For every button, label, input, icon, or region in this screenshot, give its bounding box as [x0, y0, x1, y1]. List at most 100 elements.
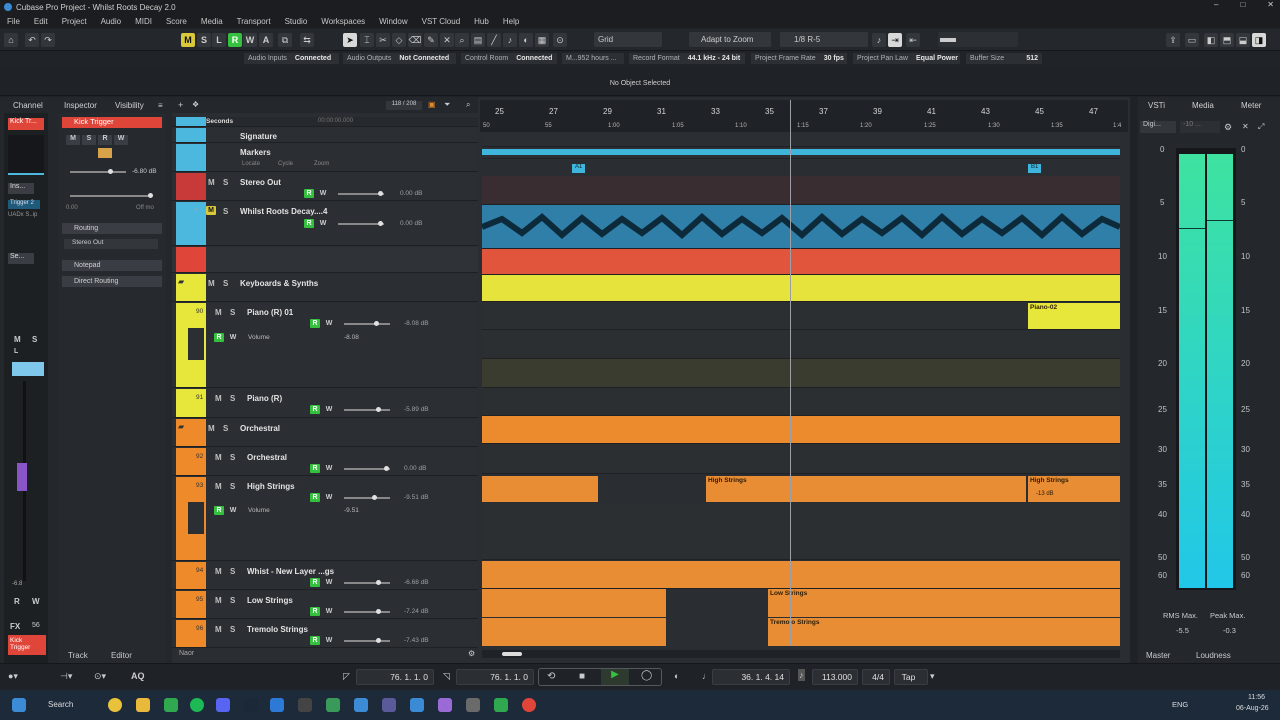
channel-name[interactable]: Kick Tr...	[8, 118, 44, 130]
language-indicator[interactable]: ENG	[1172, 700, 1188, 709]
menu-vst-cloud[interactable]: VST Cloud	[422, 17, 461, 26]
inspector-mute[interactable]: M	[66, 135, 80, 145]
keys-solo[interactable]: S	[223, 279, 228, 288]
direct-routing-section[interactable]: Direct Routing	[62, 276, 162, 287]
whilst-track[interactable]: 7 M S Whilst Roots Decay....4 R W 0.00 d…	[172, 202, 478, 246]
keys-folder-lane[interactable]	[482, 275, 1120, 302]
zoom-tool-icon[interactable]: ⌕	[455, 33, 469, 47]
horizontal-scrollbar[interactable]	[482, 650, 1120, 658]
metronome-indicator-icon[interactable]: ◐	[674, 671, 679, 681]
steam-icon[interactable]	[244, 698, 258, 712]
low-strings-mute[interactable]: M	[215, 596, 222, 605]
channel-fader-handle[interactable]	[17, 463, 27, 491]
marker-a1[interactable]: A1	[572, 164, 586, 173]
whilst-read[interactable]: R	[304, 219, 314, 228]
mediabay-icon[interactable]: ▭	[1185, 33, 1199, 47]
stereo-out-track[interactable]: M S Stereo Out R W 0.00 dB	[172, 173, 478, 201]
tab-visibility[interactable]: Visibility	[115, 101, 144, 110]
grid-zoom-select[interactable]: Adapt to Zoom	[689, 32, 771, 47]
export-icon[interactable]: ⇪	[1166, 33, 1180, 47]
inspector-volume-slider[interactable]	[70, 169, 126, 174]
keys-folder-track[interactable]: ▰ M S Keyboards & Synths	[172, 274, 478, 302]
marker-locate-select[interactable]: Locate	[242, 161, 260, 167]
menu-transport[interactable]: Transport	[237, 17, 271, 26]
whist-layer-track[interactable]: 94 M S Whist - New Layer ...gs R W -6.68…	[172, 562, 478, 590]
low-strings-track[interactable]: 95 M S Low Strings R W -7.24 dB	[172, 591, 478, 619]
low-strings-volume[interactable]	[344, 609, 390, 614]
tremolo-strings-track[interactable]: 96 M S Tremolo Strings R W -7.43 dB	[172, 620, 478, 648]
tab-master[interactable]: Master	[1146, 651, 1170, 660]
play-tool-icon[interactable]: ♪	[503, 33, 517, 47]
home-icon[interactable]: ⌂	[4, 33, 18, 47]
meter-type-select[interactable]: Digi...	[1140, 121, 1176, 133]
pianoR-solo[interactable]: S	[230, 394, 235, 403]
iterative-quantize-icon[interactable]: ♪	[872, 33, 886, 47]
high-strings-clip-2[interactable]: High Strings	[706, 476, 1026, 502]
tab-editor[interactable]: Editor	[111, 651, 132, 660]
minimize-button[interactable]: –	[1214, 0, 1218, 9]
app-icon[interactable]	[298, 698, 312, 712]
orch-folder-spacer-lane[interactable]	[482, 388, 1120, 416]
high-strings-clip-1[interactable]	[482, 476, 598, 502]
erase-tool-icon[interactable]: ⌫	[408, 33, 422, 47]
tempo-field[interactable]: 113.000	[812, 669, 858, 685]
ruler-track[interactable]: Seconds 00:00:00.000	[172, 117, 478, 127]
right-locator-icon[interactable]: ◹	[443, 671, 450, 682]
left-locator-icon[interactable]: ◸	[343, 671, 350, 682]
track-list-settings-icon[interactable]: ⚙	[468, 649, 475, 658]
undo-icon[interactable]: ↶	[25, 33, 39, 47]
position-field[interactable]: 36. 1. 4. 14	[712, 669, 790, 685]
pianoR-track[interactable]: 91 M S Piano (R) R W -5.89 dB	[172, 389, 478, 418]
buffer-size-status[interactable]: Buffer Size 512	[966, 53, 1042, 64]
marker-zoom-select[interactable]: Zoom	[314, 161, 329, 167]
tab-channel[interactable]: Channel	[13, 101, 43, 110]
channel-solo-button[interactable]: S	[32, 335, 37, 344]
lock-icon[interactable]: ▣	[428, 100, 436, 109]
tab-track[interactable]: Track	[68, 651, 88, 660]
sends-button[interactable]: Se...	[8, 253, 34, 264]
high-strings-automation-lane[interactable]	[482, 504, 1120, 560]
grid-type-select[interactable]: Grid	[594, 32, 662, 47]
high-strings-volume[interactable]	[344, 495, 390, 500]
whilst-audio-lane[interactable]	[482, 205, 1120, 249]
tremolo-strings-solo[interactable]: S	[230, 625, 235, 634]
piano01-mute[interactable]: M	[215, 308, 222, 317]
routing-output-select[interactable]: Stereo Out	[64, 239, 158, 249]
signature-lane[interactable]	[482, 133, 1120, 147]
start-icon[interactable]	[12, 698, 26, 712]
whilst-volume[interactable]	[338, 221, 384, 226]
whist-layer-read[interactable]: R	[310, 578, 320, 587]
high-strings-mute[interactable]: M	[215, 482, 222, 491]
autoscroll-button[interactable]: A	[259, 33, 273, 47]
whist-layer-solo[interactable]: S	[230, 567, 235, 576]
peak-max-value[interactable]: -0.3	[1223, 626, 1236, 635]
record-mode-icon[interactable]: ●▾	[8, 671, 18, 682]
piano01-auto-write[interactable]: W	[228, 333, 238, 342]
right-zone-icon[interactable]: ◨	[1252, 33, 1266, 47]
pianoR-volume[interactable]	[344, 407, 390, 412]
insert-slot-trigger[interactable]: Trigger 2	[8, 200, 40, 209]
tap-tempo-button[interactable]: Tap	[894, 669, 928, 685]
chrome-icon[interactable]	[108, 698, 122, 712]
inspector-solo[interactable]: S	[82, 135, 96, 145]
routing-section[interactable]: Routing	[62, 223, 162, 234]
high-strings-clip-3[interactable]: High Strings -13 dB	[1028, 476, 1120, 502]
piano01-auto-read[interactable]: R	[214, 333, 224, 342]
tab-meter[interactable]: Meter	[1241, 101, 1261, 110]
right-locator-field[interactable]: 76. 1. 1. 0	[456, 669, 534, 685]
piano01-automation-param[interactable]: Volume	[248, 334, 270, 341]
zone-menu-icon[interactable]: ≡	[158, 101, 163, 110]
notepad-section[interactable]: Notepad	[62, 260, 162, 271]
orchestral-folder-lane[interactable]	[482, 416, 1120, 444]
punch-icon[interactable]: ⊣▾	[60, 671, 72, 682]
whist-layer-mute[interactable]: M	[215, 567, 222, 576]
lower-zone-icon[interactable]: ⬓	[1236, 33, 1250, 47]
low-strings-clip-2[interactable]: Low Strings	[768, 589, 1120, 617]
tempo-menu-icon[interactable]: ▾	[930, 671, 935, 682]
add-track-icon[interactable]: +	[178, 100, 183, 110]
constrain-icon[interactable]: ⧉	[278, 33, 292, 47]
meter-ref-select[interactable]: -10 ...	[1180, 121, 1220, 133]
orchestral-folder-solo[interactable]: S	[223, 424, 228, 433]
project-overview-bar[interactable]	[938, 32, 1018, 47]
high-strings-automation-param[interactable]: Volume	[248, 507, 270, 514]
